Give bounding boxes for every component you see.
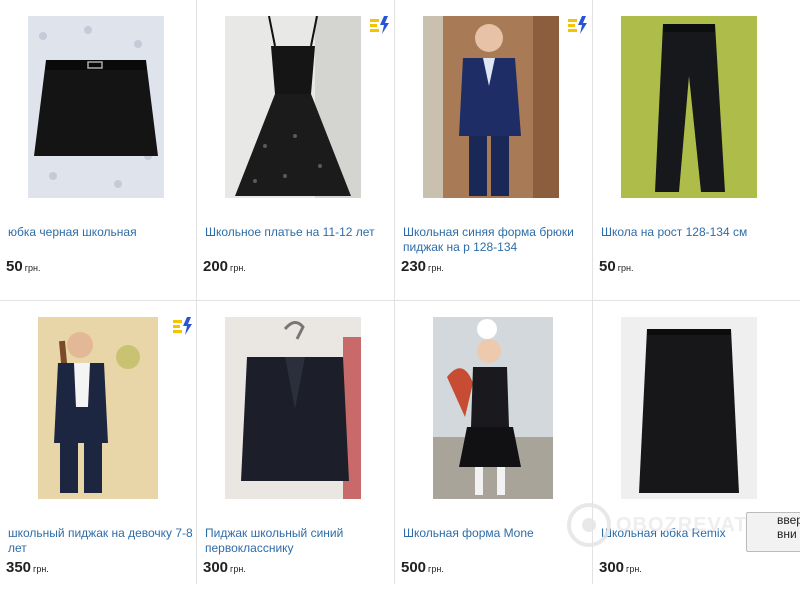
watermark-logo-icon — [567, 503, 611, 547]
listing-card[interactable]: Школьная форма Mone 500 грн. — [395, 301, 592, 601]
listing-price: 300 грн. — [599, 559, 642, 577]
scroll-popup[interactable]: ввер вни — [746, 512, 800, 552]
listing-title[interactable]: школьный пиджак на девочку 7-8 лет — [8, 526, 193, 556]
boy-suit-photo[interactable] — [423, 16, 559, 198]
listing-price: 350 грн. — [6, 559, 49, 577]
price-currency: грн. — [626, 564, 642, 574]
listing-price: 50 грн. — [599, 258, 633, 276]
listing-title[interactable]: Школьное платье на 11-12 лет — [205, 225, 390, 240]
listing-title[interactable]: Школа на рост 128-134 см — [601, 225, 786, 240]
price-currency: грн. — [24, 263, 41, 273]
lightning-badge-icon — [568, 16, 588, 34]
price-value: 50 — [599, 258, 616, 275]
trousers-photo[interactable] — [621, 16, 757, 198]
price-currency: грн. — [428, 564, 444, 574]
listing-grid: юбка черная школьная 50 грн. Школьное пла… — [0, 0, 800, 584]
listing-card[interactable]: Школьная юбка Remix 300 грн. — [593, 301, 790, 601]
listing-title[interactable]: Школьная синяя форма брюки пиджак на р 1… — [403, 225, 588, 255]
lightning-badge-icon — [370, 16, 390, 34]
price-value: 200 — [203, 258, 229, 275]
listing-card[interactable]: школьный пиджак на девочку 7-8 лет 350 гр… — [0, 301, 197, 601]
price-value: 500 — [401, 559, 427, 576]
price-currency: грн. — [230, 564, 246, 574]
listing-price: 500 грн. — [401, 559, 444, 577]
listing-price: 230 грн. — [401, 258, 444, 276]
listing-price: 200 грн. — [203, 258, 246, 276]
price-currency: грн. — [33, 564, 49, 574]
listing-title[interactable]: юбка черная школьная — [8, 225, 193, 240]
listing-title[interactable]: Пиджак школьный синий первокласснику — [205, 526, 390, 556]
lightning-badge-icon — [173, 317, 193, 335]
skirt-photo[interactable] — [28, 16, 164, 198]
girl-jacket-photo[interactable] — [38, 317, 158, 499]
dress-photo[interactable] — [225, 16, 361, 198]
price-value: 50 — [6, 258, 23, 275]
price-currency: грн. — [617, 263, 634, 273]
pencil-skirt-photo[interactable] — [621, 317, 757, 499]
price-value: 350 — [6, 559, 32, 576]
listing-price: 300 грн. — [203, 559, 246, 577]
girl-uniform-photo[interactable] — [433, 317, 553, 499]
listing-card[interactable]: Школьное платье на 11-12 лет 200 грн. — [197, 0, 394, 300]
listing-card[interactable]: Школьная синяя форма брюки пиджак на р 1… — [395, 0, 592, 300]
price-value: 300 — [203, 559, 229, 576]
jacket-hanger-photo[interactable] — [225, 317, 361, 499]
listing-title[interactable]: Школьная форма Mone — [403, 526, 588, 541]
popup-line: вни — [777, 527, 797, 541]
popup-line: ввер — [777, 513, 800, 527]
listing-card[interactable]: юбка черная школьная 50 грн. — [0, 0, 197, 300]
price-value: 230 — [401, 258, 427, 275]
price-currency: грн. — [428, 263, 444, 273]
listing-card[interactable]: Школа на рост 128-134 см 50 грн. — [593, 0, 790, 300]
price-currency: грн. — [230, 263, 246, 273]
listing-card[interactable]: Пиджак школьный синий первокласснику 300… — [197, 301, 394, 601]
price-value: 300 — [599, 559, 625, 576]
listing-price: 50 грн. — [6, 258, 40, 276]
